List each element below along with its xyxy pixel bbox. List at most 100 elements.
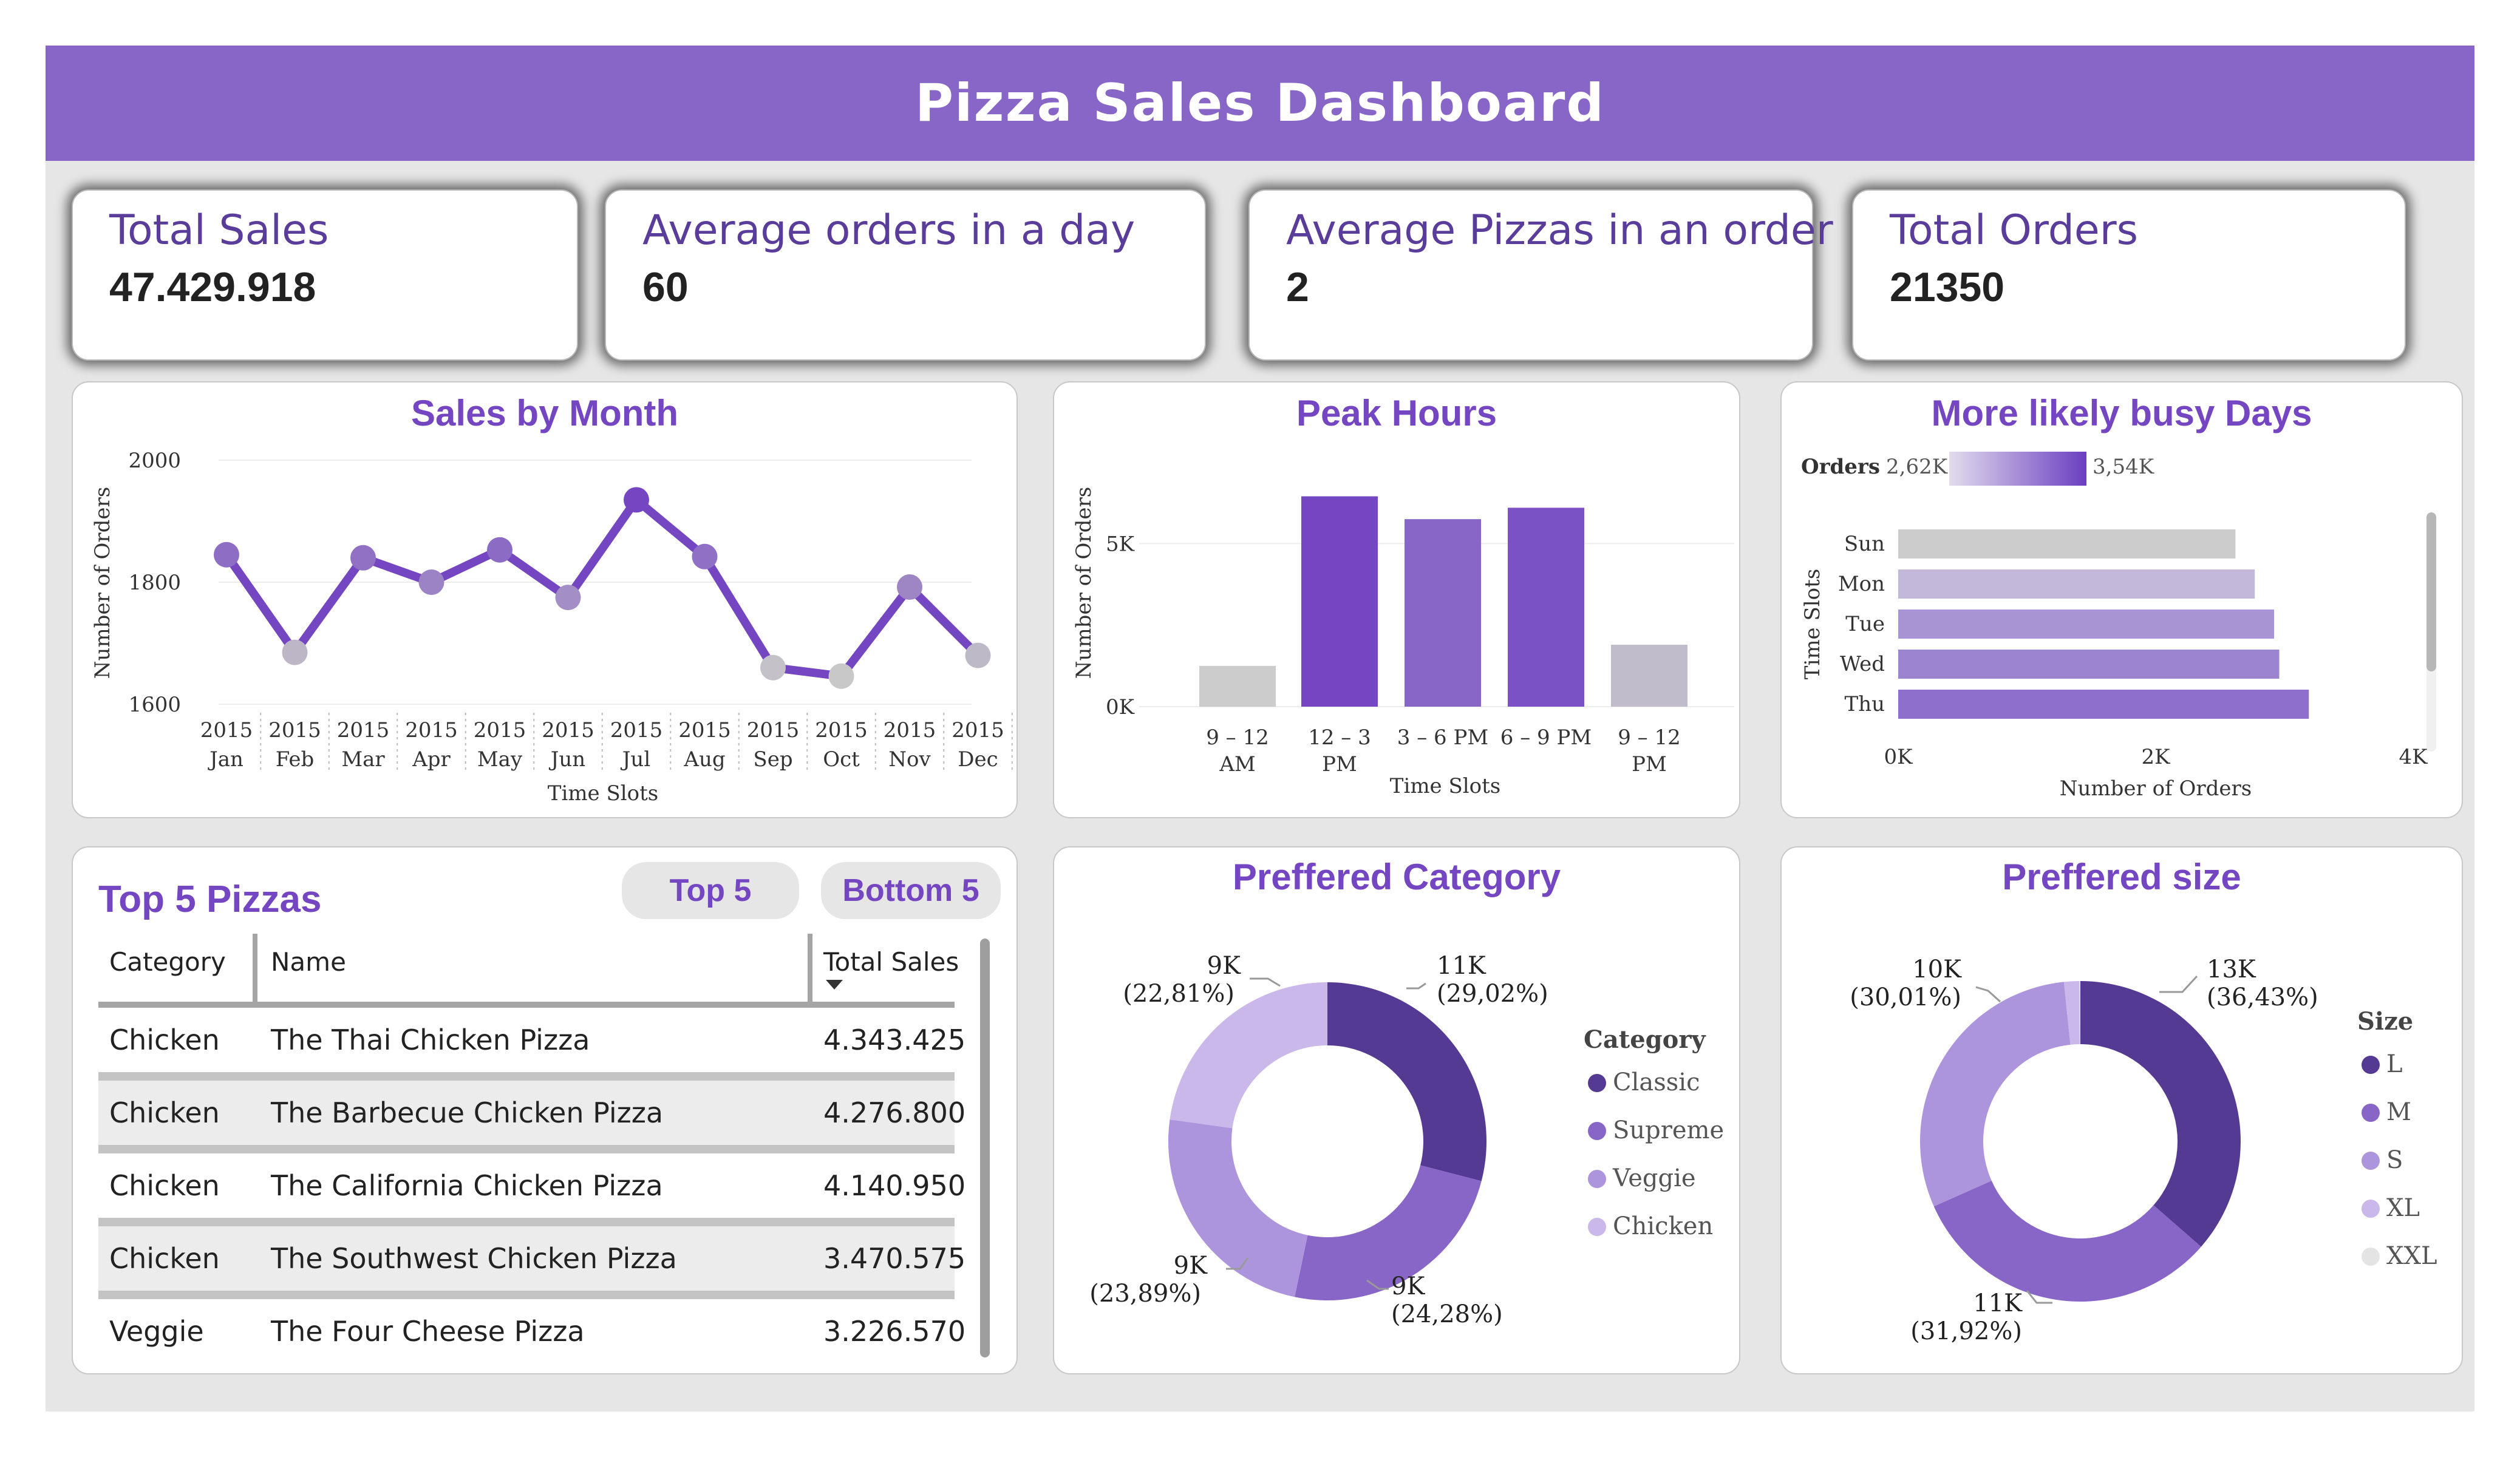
kpi-card-total-orders: Total Orders 21350 (1852, 189, 2406, 361)
kpi-value: 21350 (1890, 264, 2005, 310)
x-tick-label: 9 – 12 (1618, 725, 1681, 750)
top-pizzas-panel: Top 5 Pizzas Top 5 Bottom 5 Category Nam… (72, 846, 1018, 1374)
y-tick-label: Tue (1845, 612, 1885, 636)
top-5-button[interactable]: Top 5 (622, 862, 799, 919)
legend-swatch (2362, 1200, 2380, 1218)
table-row[interactable]: Chicken The Southwest Chicken Pizza 3.47… (98, 1226, 965, 1291)
busy-days-chart: Orders 2,62K 3,54K Sun Mon Tue Wed Thu 0K 2K 4K Num… (1800, 452, 2436, 801)
cell-category: Chicken (109, 1169, 220, 1202)
data-label-pct: (24,28%) (1391, 1300, 1503, 1328)
x-tick-label: Nov (888, 747, 931, 772)
y-axis-label: Number of Orders (90, 487, 115, 679)
x-tick-label: Aug (683, 747, 725, 772)
bar (1898, 650, 2280, 679)
header-divider (98, 1002, 955, 1008)
donut-slice (1295, 1165, 1482, 1301)
legend-swatch (1588, 1218, 1606, 1236)
kpi-label: Average orders in a day (642, 206, 1136, 254)
y-tick-label: 2000 (128, 449, 181, 473)
x-tick-label: Jun (549, 747, 585, 772)
legend-min: 2,62K (1886, 455, 1948, 479)
x-axis-label: Time Slots (548, 781, 658, 806)
y-tick-label: Sun (1844, 532, 1885, 556)
x-tick-label: Apr (412, 747, 451, 772)
x-tick-label: PM (1632, 752, 1667, 776)
x-tick-label: 6 – 9 PM (1500, 725, 1592, 750)
data-label-value: 11K (1437, 952, 1486, 980)
legend-label: Classic (1613, 1068, 1700, 1096)
data-point (487, 537, 513, 563)
x-tick-year: 2015 (268, 718, 321, 742)
legend-max: 3,54K (2093, 455, 2154, 479)
table-title: Top 5 Pizzas (98, 878, 322, 920)
donut-slice (1919, 982, 2071, 1207)
legend-label: Veggie (1612, 1164, 1696, 1192)
x-tick-label: Oct (823, 747, 860, 772)
table-row[interactable]: Chicken The California Chicken Pizza 4.1… (98, 1153, 965, 1218)
x-tick-label: 2K (2141, 745, 2170, 769)
legend-label: Chicken (1613, 1212, 1713, 1240)
x-tick-label: Dec (958, 747, 998, 772)
legend-swatch (1588, 1122, 1606, 1140)
x-tick-label: 9 – 12 (1206, 725, 1269, 750)
x-tick-year: 2015 (747, 718, 800, 742)
sales-line (223, 495, 981, 681)
table-scrollbar-thumb[interactable] (980, 939, 990, 1357)
table-row[interactable]: Chicken The Barbecue Chicken Pizza 4.276… (98, 1081, 965, 1145)
data-point (897, 574, 922, 600)
sales-by-month-panel: Sales by Month 2000 1800 1600 Number of Ord… (72, 381, 1018, 818)
x-tick-label: 3 – 6 PM (1397, 725, 1488, 750)
legend-label: Supreme (1613, 1116, 1724, 1144)
bar (1301, 496, 1378, 707)
bar (1199, 665, 1276, 707)
cell-category: Veggie (109, 1315, 204, 1348)
column-header-total-sales[interactable]: Total Sales (823, 947, 959, 977)
y-tick-label: Wed (1840, 652, 1885, 676)
x-axis-label: Number of Orders (2060, 776, 2252, 801)
bar (1898, 529, 2236, 559)
legend-label: M (2386, 1098, 2411, 1126)
x-tick-year: 2015 (815, 718, 868, 742)
cell-name: The Four Cheese Pizza (271, 1315, 585, 1348)
peak-hours-chart: 5K0KNumber of OrdersTime Slots9 – 12AM12… (1072, 487, 1734, 798)
data-point (282, 639, 308, 665)
bar (1898, 690, 2309, 719)
sales-by-month-chart: 2000 1800 1600 Number of Orders Time Slots 20… (90, 449, 1013, 806)
data-point (418, 569, 444, 595)
legend-title: Category (1584, 1025, 1706, 1054)
cell-category: Chicken (109, 1242, 220, 1275)
kpi-card-avg-pizzas-order: Average Pizzas in an order 2 (1248, 189, 1833, 361)
column-header-name[interactable]: Name (271, 947, 346, 977)
kpi-label: Total Sales (109, 206, 329, 254)
data-label-value: 9K (1207, 952, 1241, 980)
table-row[interactable]: Chicken The Thai Chicken Pizza 4.343.425 (98, 1008, 965, 1072)
x-tick-year: 2015 (405, 718, 458, 742)
table-row[interactable]: Veggie The Four Cheese Pizza 3.226.570 (98, 1299, 965, 1364)
kpi-card-total-sales: Total Sales 47.429.918 (72, 189, 578, 361)
preferred-size-panel: Preffered size Size L M S XL XXL 13K (36,43%) 11… (1780, 846, 2463, 1374)
data-label-value: 11K (1973, 1289, 2023, 1317)
table-scrollbar-track[interactable] (980, 939, 990, 1357)
leader-line (1406, 982, 1426, 990)
x-axis-label: Time Slots (1390, 774, 1500, 798)
kpi-value: 2 (1286, 264, 1309, 310)
data-point (828, 663, 854, 689)
data-point (624, 487, 649, 513)
y-axis-label: Number of Orders (1072, 487, 1096, 679)
bottom-5-button[interactable]: Bottom 5 (821, 862, 1001, 919)
data-point (555, 585, 581, 611)
legend-swatch (2362, 1104, 2380, 1122)
column-header-category[interactable]: Category (109, 947, 226, 977)
data-point (214, 542, 239, 568)
page-title: Pizza Sales Dashboard (915, 73, 1605, 134)
x-tick-year: 2015 (200, 718, 253, 742)
legend-swatch (2362, 1056, 2380, 1074)
kpi-card-avg-orders-day: Average orders in a day 60 (605, 189, 1206, 361)
x-tick-year: 2015 (337, 718, 390, 742)
cell-total-sales: 4.343.425 (823, 1024, 966, 1056)
bar (1898, 569, 2255, 599)
data-label-pct: (22,81%) (1123, 980, 1234, 1008)
legend-title: Size (2357, 1007, 2413, 1036)
legend-swatch (1588, 1074, 1606, 1092)
preferred-category-chart: Category Classic Supreme Veggie Chicken 11K (2… (1089, 952, 1724, 1328)
